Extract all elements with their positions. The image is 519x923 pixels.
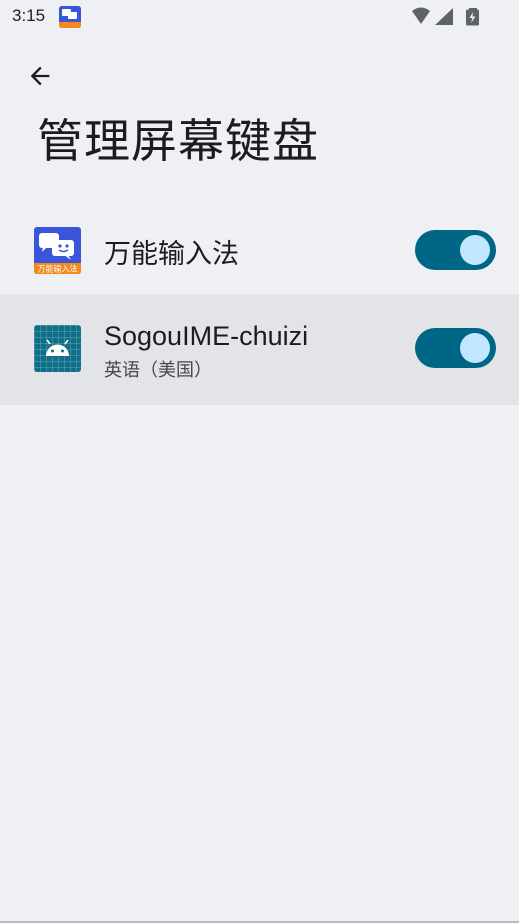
status-bar: 3:15: [0, 0, 519, 34]
arrow-back-icon: [30, 66, 50, 86]
toggle-thumb: [460, 333, 490, 363]
status-time: 3:15: [12, 6, 46, 25]
wifi-icon: [412, 7, 430, 24]
keyboard-item-sogou[interactable]: SogouIME-chuizi 英语（美国）: [0, 294, 519, 405]
keyboard-list: 万能输入法 万能输入法 SogouIME-chuizi 英语（美国）: [0, 195, 519, 405]
keyboard-toggle[interactable]: [415, 328, 496, 368]
wanneng-keyboard-icon: 万能输入法: [34, 227, 81, 274]
keyboard-name: SogouIME-chuizi: [104, 321, 309, 351]
page-title: 管理屏幕键盘: [37, 114, 319, 168]
toggle-thumb: [460, 235, 490, 265]
keyboard-name: 万能输入法: [104, 239, 239, 269]
signal-icon: [435, 8, 453, 25]
wanneng-app-icon: [59, 6, 81, 28]
android-icon: [34, 325, 81, 372]
back-button[interactable]: [20, 56, 60, 96]
keyboard-language: 英语（美国）: [104, 360, 212, 380]
status-icons: [411, 7, 481, 27]
battery-charging-icon: [466, 8, 479, 26]
keyboard-toggle[interactable]: [415, 230, 496, 270]
keyboard-item-wanneng[interactable]: 万能输入法 万能输入法: [0, 195, 519, 294]
svg-text:万能输入法: 万能输入法: [38, 264, 78, 274]
